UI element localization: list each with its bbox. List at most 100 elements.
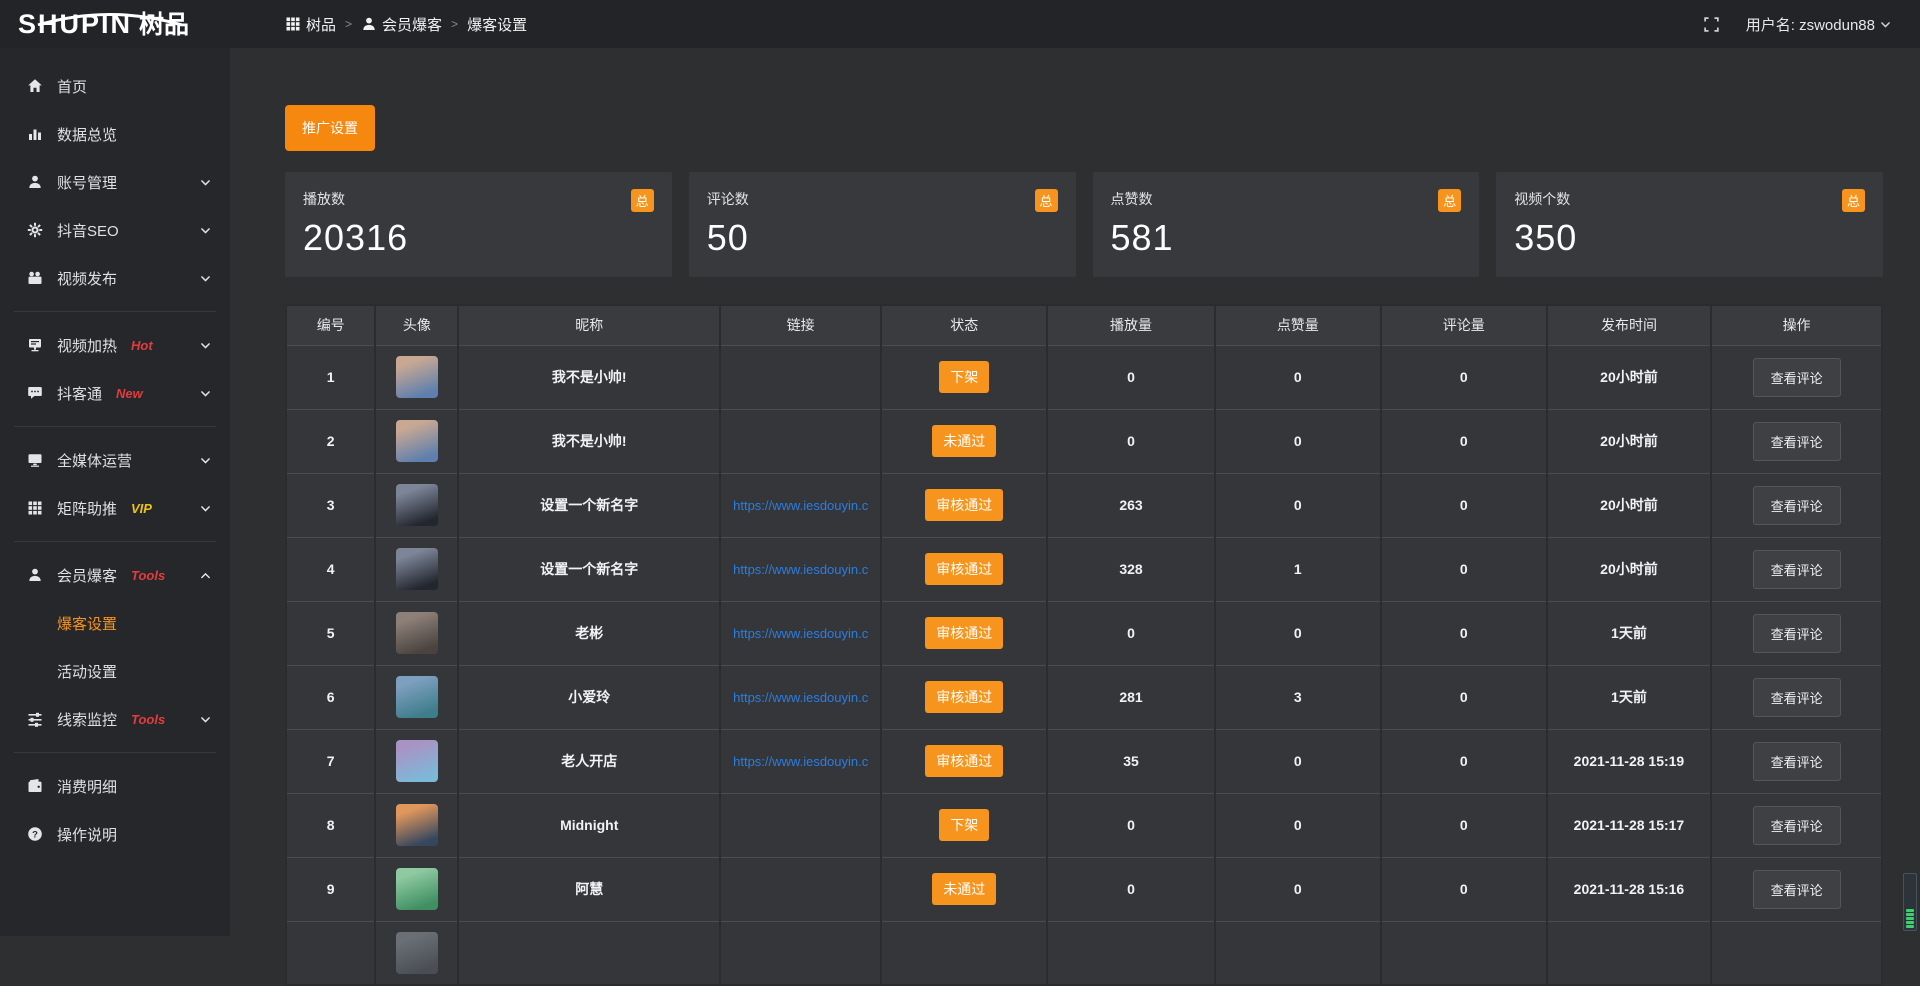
view-comments-button[interactable]: 查看评论: [1753, 742, 1841, 781]
cell-action: 查看评论: [1711, 537, 1882, 601]
cell-time: 1天前: [1547, 665, 1711, 729]
gear-icon: [26, 222, 44, 238]
status-badge: 审核通过: [925, 681, 1003, 713]
promotion-settings-button[interactable]: 推广设置: [285, 105, 375, 151]
cell-action: 查看评论: [1711, 793, 1882, 857]
view-comments-button[interactable]: 查看评论: [1753, 358, 1841, 397]
cell-plays: 263: [1047, 473, 1215, 537]
breadcrumb-item-home[interactable]: 树品: [285, 14, 336, 35]
sidebar-subitem-9-1[interactable]: 活动设置: [0, 647, 230, 695]
cell-nickname: 我不是小帅!: [458, 409, 720, 473]
wallet-icon: [26, 778, 44, 794]
corner-widget[interactable]: [1903, 873, 1917, 931]
breadcrumb: 树品 > 会员爆客 > 爆客设置: [285, 14, 527, 35]
sidebar-item-label: 数据总览: [57, 124, 117, 145]
view-comments-button[interactable]: 查看评论: [1753, 678, 1841, 717]
sidebar-item-badge: Tools: [131, 712, 165, 727]
view-comments-button[interactable]: 查看评论: [1753, 486, 1841, 525]
sidebar-item-label: 抖客通: [57, 383, 102, 404]
sidebar-divider: [14, 752, 216, 753]
home-icon: [26, 78, 44, 94]
cell-comments: 0: [1381, 409, 1547, 473]
chevron-down-icon: [196, 176, 214, 189]
sidebar-item-5[interactable]: 视频加热Hot: [0, 321, 230, 369]
sidebar-item-6[interactable]: 抖客通New: [0, 369, 230, 417]
cell-avatar: [375, 537, 458, 601]
video-link[interactable]: https://www.iesdouyin.c: [733, 690, 868, 705]
sidebar-divider: [14, 426, 216, 427]
avatar: [396, 676, 438, 718]
sidebar: 首页数据总览账号管理抖音SEO视频发布视频加热Hot抖客通New 全媒体运营矩阵助…: [0, 48, 230, 936]
cell-time: 20小时前: [1547, 473, 1711, 537]
cell-link: https://www.iesdouyin.c: [720, 601, 881, 665]
chevron-down-icon: [196, 502, 214, 515]
sidebar-item-7[interactable]: 全媒体运营: [0, 436, 230, 484]
cell-time: 20小时前: [1547, 409, 1711, 473]
cell-link: [720, 921, 881, 985]
cell-status: 下架: [881, 793, 1047, 857]
sidebar-item-1[interactable]: 数据总览: [0, 110, 230, 158]
cell-avatar: [375, 601, 458, 665]
table-row: 5老彬https://www.iesdouyin.c审核通过0001天前查看评论: [286, 601, 1882, 665]
cell-id: 4: [286, 537, 375, 601]
video-icon: [26, 270, 44, 286]
stat-card-label: 点赞数: [1111, 189, 1153, 209]
svg-text:?: ?: [32, 829, 38, 840]
cell-link: https://www.iesdouyin.c: [720, 473, 881, 537]
view-comments-button[interactable]: 查看评论: [1753, 806, 1841, 845]
view-comments-button[interactable]: 查看评论: [1753, 422, 1841, 461]
video-link[interactable]: https://www.iesdouyin.c: [733, 754, 868, 769]
sidebar-item-12[interactable]: ?操作说明: [0, 810, 230, 858]
column-header-7: 评论量: [1381, 305, 1547, 345]
column-header-8: 发布时间: [1547, 305, 1711, 345]
help-icon: ?: [26, 826, 44, 842]
chevron-down-icon: [196, 272, 214, 285]
view-comments-button[interactable]: 查看评论: [1753, 550, 1841, 589]
cell-status: 未通过: [881, 409, 1047, 473]
sidebar-item-label: 账号管理: [57, 172, 117, 193]
cell-comments: 0: [1381, 729, 1547, 793]
chevron-up-icon: [196, 569, 214, 582]
cell-time: 2021-11-28 15:17: [1547, 793, 1711, 857]
cell-link: [720, 857, 881, 921]
main-content: 推广设置 播放数 总 20316 评论数 总 50 点赞数 总 581 视频: [230, 48, 1920, 936]
breadcrumb-label: 树品: [306, 14, 336, 35]
cell-id: 5: [286, 601, 375, 665]
cell-avatar: [375, 857, 458, 921]
cell-status: 下架: [881, 345, 1047, 409]
cell-avatar: [375, 921, 458, 985]
video-link[interactable]: https://www.iesdouyin.c: [733, 562, 868, 577]
sidebar-item-9[interactable]: 会员爆客Tools: [0, 551, 230, 599]
sidebar-item-label: 视频加热: [57, 335, 117, 356]
cell-likes: 0: [1215, 345, 1381, 409]
view-comments-button[interactable]: 查看评论: [1753, 614, 1841, 653]
sidebar-item-2[interactable]: 账号管理: [0, 158, 230, 206]
cell-time: 2021-11-28 15:16: [1547, 857, 1711, 921]
sidebar-item-0[interactable]: 首页: [0, 62, 230, 110]
sidebar-item-11[interactable]: 消费明细: [0, 762, 230, 810]
sidebar-item-10[interactable]: 线索监控Tools: [0, 695, 230, 743]
table-header-row: 编号头像昵称链接状态播放量点赞量评论量发布时间操作: [286, 305, 1882, 345]
user-menu[interactable]: 用户名: zswodun88: [1746, 14, 1892, 35]
sidebar-item-3[interactable]: 抖音SEO: [0, 206, 230, 254]
cell-plays: [1047, 921, 1215, 985]
cell-nickname: 老人开店: [458, 729, 720, 793]
sidebar-item-label: 全媒体运营: [57, 450, 132, 471]
video-link[interactable]: https://www.iesdouyin.c: [733, 626, 868, 641]
sidebar-item-label: 矩阵助推: [57, 498, 117, 519]
sidebar-item-8[interactable]: 矩阵助推VIP: [0, 484, 230, 532]
breadcrumb-item-member[interactable]: 会员爆客: [361, 14, 442, 35]
sidebar-item-4[interactable]: 视频发布: [0, 254, 230, 302]
cell-likes: 0: [1215, 409, 1381, 473]
video-link[interactable]: https://www.iesdouyin.c: [733, 498, 868, 513]
stat-card-value: 50: [707, 217, 1058, 259]
sidebar-subitem-9-0[interactable]: 爆客设置: [0, 599, 230, 647]
fullscreen-icon[interactable]: [1703, 16, 1720, 33]
cell-plays: 0: [1047, 345, 1215, 409]
avatar: [396, 804, 438, 846]
view-comments-button[interactable]: 查看评论: [1753, 870, 1841, 909]
app-logo: SHUPIN 树品: [0, 11, 230, 38]
grid-icon: [26, 500, 44, 516]
avatar: [396, 356, 438, 398]
cell-link: [720, 409, 881, 473]
